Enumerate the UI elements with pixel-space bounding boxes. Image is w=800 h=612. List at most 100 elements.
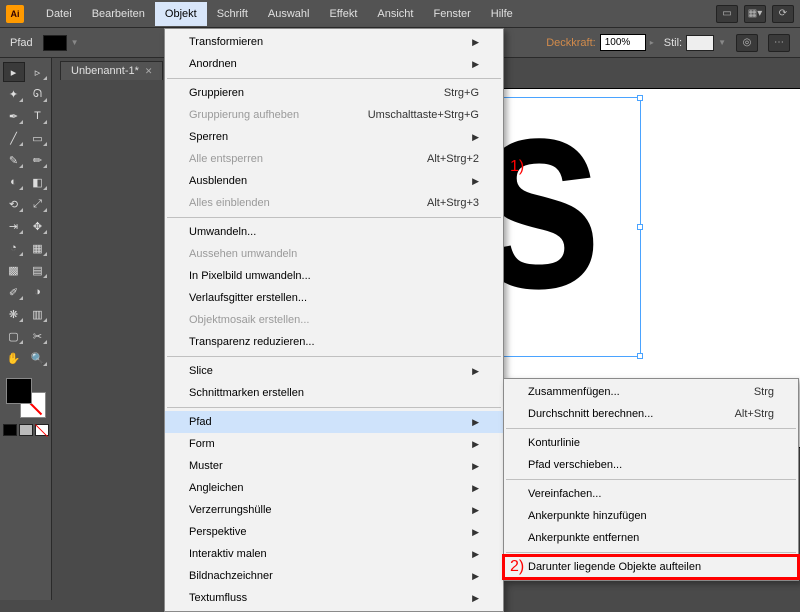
pen-tool[interactable]: ✒ bbox=[3, 106, 25, 126]
menu-item[interactable]: Schnittmarken erstellen bbox=[165, 382, 503, 404]
preferences-button[interactable]: ⋯ bbox=[768, 34, 790, 52]
style-label: Stil: bbox=[664, 37, 682, 49]
menu-item-label: Sperren bbox=[189, 129, 228, 145]
artboard-tool[interactable]: ▢ bbox=[3, 326, 25, 346]
menu-objekt[interactable]: Objekt bbox=[155, 2, 207, 26]
menu-item[interactable]: Verzerrungshülle▶ bbox=[165, 499, 503, 521]
menu-bearbeiten[interactable]: Bearbeiten bbox=[82, 2, 155, 26]
menu-effekt[interactable]: Effekt bbox=[319, 2, 367, 26]
menu-item[interactable]: Bildnachzeichner▶ bbox=[165, 565, 503, 587]
menu-item[interactable]: Ausblenden▶ bbox=[165, 170, 503, 192]
menu-item[interactable]: Transformieren▶ bbox=[165, 31, 503, 53]
menu-item[interactable]: In Pixelbild umwandeln... bbox=[165, 265, 503, 287]
slice-tool[interactable]: ✂ bbox=[27, 326, 49, 346]
menu-item-label: Bildnachzeichner bbox=[189, 568, 273, 584]
menu-item[interactable]: Muster▶ bbox=[165, 455, 503, 477]
menu-item-label: Schnittmarken erstellen bbox=[189, 385, 304, 401]
workspace-button[interactable]: ▦▾ bbox=[744, 5, 766, 23]
sync-button[interactable]: ⟳ bbox=[772, 5, 794, 23]
menu-item-shortcut: Alt+Strg+2 bbox=[427, 151, 479, 167]
menu-item[interactable]: Slice▶ bbox=[165, 360, 503, 382]
menu-item[interactable]: Pfad▶ bbox=[165, 411, 503, 433]
type-tool[interactable]: T bbox=[27, 106, 49, 126]
menu-ansicht[interactable]: Ansicht bbox=[367, 2, 423, 26]
menu-item[interactable]: Darunter liegende Objekte aufteilen bbox=[504, 556, 798, 578]
paintbrush-tool[interactable]: ✎ bbox=[3, 150, 25, 170]
color-mode-gradient[interactable] bbox=[19, 424, 33, 436]
eyedropper-tool[interactable]: ✐ bbox=[3, 282, 25, 302]
width-tool[interactable]: ⇥ bbox=[3, 216, 25, 236]
zoom-tool[interactable]: 🔍 bbox=[27, 348, 49, 368]
menu-auswahl[interactable]: Auswahl bbox=[258, 2, 320, 26]
menu-item[interactable]: Zusammenfügen...Strg bbox=[504, 381, 798, 403]
menu-item-label: Form bbox=[189, 436, 215, 452]
free-transform-tool[interactable]: ✥ bbox=[27, 216, 49, 236]
magic-wand-tool[interactable]: ✦ bbox=[3, 84, 25, 104]
close-icon[interactable]: ✕ bbox=[145, 66, 153, 77]
style-swatch[interactable] bbox=[686, 35, 714, 51]
graph-tool[interactable]: ▥ bbox=[27, 304, 49, 324]
chevron-down-icon[interactable]: ▼ bbox=[71, 38, 79, 47]
symbol-sprayer-tool[interactable]: ❋ bbox=[3, 304, 25, 324]
menu-fenster[interactable]: Fenster bbox=[423, 2, 480, 26]
mesh-tool[interactable]: ▩ bbox=[3, 260, 25, 280]
perspective-tool[interactable]: ▦ bbox=[27, 238, 49, 258]
menu-item-label: Ankerpunkte hinzufügen bbox=[528, 508, 647, 524]
chevron-down-icon[interactable]: ▸ bbox=[650, 38, 654, 47]
menu-item-label: Anordnen bbox=[189, 56, 237, 72]
menu-item[interactable]: Form▶ bbox=[165, 433, 503, 455]
selection-tool[interactable]: ▸ bbox=[3, 62, 25, 82]
menu-item-label: Pfad bbox=[189, 414, 212, 430]
pencil-tool[interactable]: ✏ bbox=[27, 150, 49, 170]
scale-tool[interactable]: ⤢ bbox=[27, 194, 49, 214]
menu-item[interactable]: Verlaufsgitter erstellen... bbox=[165, 287, 503, 309]
fill-swatch[interactable] bbox=[6, 378, 32, 404]
menu-item-shortcut: Alt+Strg+3 bbox=[427, 195, 479, 211]
fill-stroke-control[interactable] bbox=[6, 378, 46, 418]
layout-button[interactable]: ▭ bbox=[716, 5, 738, 23]
shapebuilder-tool[interactable]: ◔ bbox=[3, 238, 25, 258]
menu-item-shortcut: Strg bbox=[754, 384, 774, 400]
menu-item-label: In Pixelbild umwandeln... bbox=[189, 268, 311, 284]
blob-brush-tool[interactable]: ◐ bbox=[3, 172, 25, 192]
blend-tool[interactable]: ◑ bbox=[27, 282, 49, 302]
menu-item[interactable]: Durchschnitt berechnen...Alt+Strg bbox=[504, 403, 798, 425]
direct-selection-tool[interactable]: ▹ bbox=[27, 62, 49, 82]
menu-item[interactable]: Ankerpunkte entfernen bbox=[504, 527, 798, 549]
menu-item[interactable]: Pfad verschieben... bbox=[504, 454, 798, 476]
lasso-tool[interactable]: ᘏ bbox=[27, 84, 49, 104]
color-mode-solid[interactable] bbox=[3, 424, 17, 436]
menu-item[interactable]: Konturlinie bbox=[504, 432, 798, 454]
hand-tool[interactable]: ✋ bbox=[3, 348, 25, 368]
color-mode-none[interactable] bbox=[35, 424, 49, 436]
menu-item[interactable]: Sperren▶ bbox=[165, 126, 503, 148]
menu-hilfe[interactable]: Hilfe bbox=[481, 2, 523, 26]
menu-item[interactable]: GruppierenStrg+G bbox=[165, 82, 503, 104]
document-tab[interactable]: Unbenannt-1* ✕ bbox=[60, 61, 163, 80]
menu-item[interactable]: Interaktiv malen▶ bbox=[165, 543, 503, 565]
menu-datei[interactable]: Datei bbox=[36, 2, 82, 26]
menu-item-label: Perspektive bbox=[189, 524, 246, 540]
submenu-arrow-icon: ▶ bbox=[472, 34, 479, 50]
menu-item[interactable]: Vereinfachen... bbox=[504, 483, 798, 505]
menu-item[interactable]: Angleichen▶ bbox=[165, 477, 503, 499]
menu-item[interactable]: Textumfluss▶ bbox=[165, 587, 503, 609]
menu-schrift[interactable]: Schrift bbox=[207, 2, 258, 26]
rotate-tool[interactable]: ⟲ bbox=[3, 194, 25, 214]
menu-item-label: Verzerrungshülle bbox=[189, 502, 272, 518]
menu-item[interactable]: Umwandeln... bbox=[165, 221, 503, 243]
gradient-tool[interactable]: ▤ bbox=[27, 260, 49, 280]
menu-item[interactable]: Transparenz reduzieren... bbox=[165, 331, 503, 353]
document-setup-button[interactable]: ◎ bbox=[736, 34, 758, 52]
rectangle-tool[interactable]: ▭ bbox=[27, 128, 49, 148]
menu-item[interactable]: Ankerpunkte hinzufügen bbox=[504, 505, 798, 527]
chevron-down-icon[interactable]: ▼ bbox=[718, 38, 726, 47]
fill-swatch[interactable] bbox=[43, 35, 67, 51]
opacity-field[interactable]: 100% bbox=[600, 34, 646, 51]
menu-item[interactable]: Perspektive▶ bbox=[165, 521, 503, 543]
document-tab-label: Unbenannt-1* bbox=[71, 65, 139, 77]
menu-item-shortcut: Umschalttaste+Strg+G bbox=[368, 107, 479, 123]
line-tool[interactable]: ╱ bbox=[3, 128, 25, 148]
eraser-tool[interactable]: ◧ bbox=[27, 172, 49, 192]
menu-item[interactable]: Anordnen▶ bbox=[165, 53, 503, 75]
